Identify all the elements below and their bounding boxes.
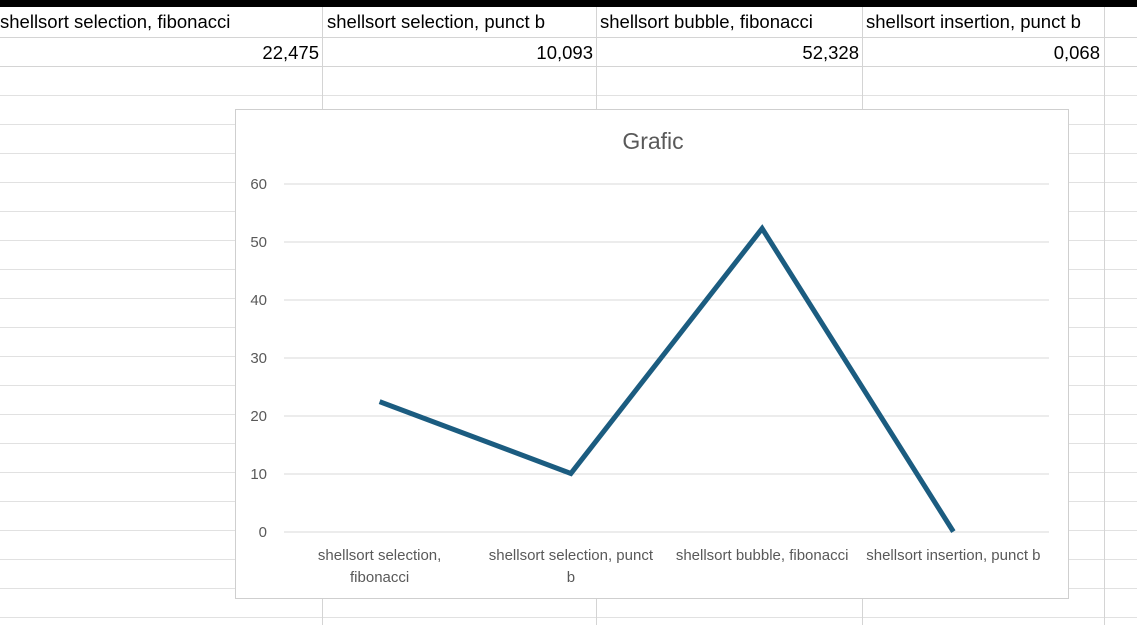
- y-tick-label: 0: [259, 524, 267, 541]
- x-tick-label: shellsort selection, fibonacci: [318, 547, 441, 586]
- cell-header-3[interactable]: shellsort bubble, fibonacci: [600, 7, 862, 37]
- sheet-value-row: 22,475 10,093 52,328 0,068: [0, 38, 1137, 67]
- x-tick-label: shellsort insertion, punct b: [866, 547, 1040, 564]
- cell-value-4[interactable]: 0,068: [862, 38, 1100, 66]
- series-line: [378, 224, 956, 533]
- column-header-bar: [0, 0, 1137, 7]
- y-tick-label: 20: [250, 408, 267, 425]
- x-tick-label: shellsort bubble, fibonacci: [676, 547, 849, 564]
- y-tick-label: 40: [250, 292, 267, 309]
- grid-row-line: [0, 95, 1137, 96]
- x-tick-label: shellsort selection, punct b: [489, 547, 654, 586]
- grid-row-line: [0, 617, 1137, 618]
- cell-value-3[interactable]: 52,328: [596, 38, 859, 66]
- y-tick-label: 50: [250, 234, 267, 251]
- cell-value-1[interactable]: 22,475: [0, 38, 319, 66]
- y-tick-label: 30: [250, 350, 267, 367]
- y-tick-label: 10: [250, 466, 267, 483]
- chart-plot: 0 10 20 30 40 50 60 shellsort selection, fibonac…: [250, 176, 1049, 586]
- cell-value-2[interactable]: 10,093: [322, 38, 593, 66]
- line-chart[interactable]: Grafic 0 10 20 30 40 50 60 shellsort selection,…: [235, 109, 1069, 599]
- y-tick-label: 60: [250, 176, 267, 193]
- cell-header-1[interactable]: shellsort selection, fibonacci: [0, 7, 322, 37]
- grid-column-line: [1104, 7, 1105, 625]
- cell-header-2[interactable]: shellsort selection, punct b: [327, 7, 595, 37]
- cell-header-4[interactable]: shellsort insertion, punct b: [866, 7, 1137, 37]
- sheet-header-row: shellsort selection, fibonacci shellsort…: [0, 7, 1137, 38]
